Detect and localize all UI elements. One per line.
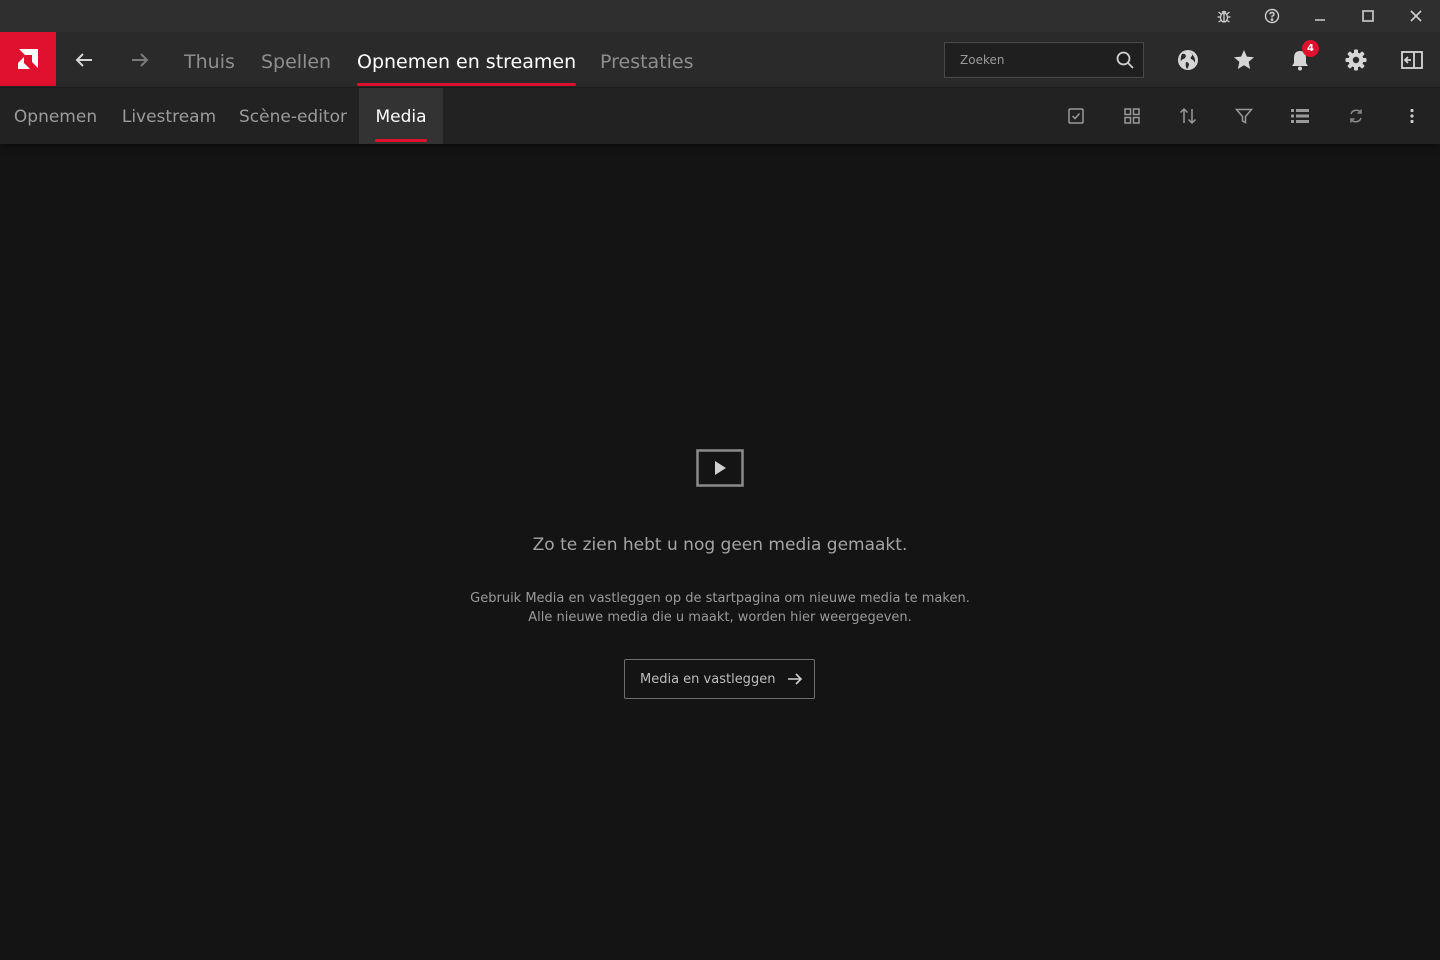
media-capture-button-label: Media en vastleggen (640, 671, 776, 687)
bug-report-icon[interactable] (1204, 0, 1244, 32)
sub-tab-opnemen[interactable]: Opnemen (0, 88, 111, 144)
search-input[interactable] (945, 43, 1105, 77)
sub-tab-scene-editor[interactable]: Scène-editor (227, 88, 359, 144)
back-arrow-icon[interactable] (56, 32, 112, 88)
sidebar-toggle-icon[interactable] (1384, 32, 1440, 88)
select-checkbox-icon[interactable] (1048, 88, 1104, 144)
empty-state-description-line1: Gebruik Media en vastleggen op de startp… (470, 591, 970, 606)
nav-tab-opnemen-en-streamen[interactable]: Opnemen en streamen (357, 32, 577, 88)
notification-count-badge: 4 (1302, 40, 1319, 57)
sort-icon[interactable] (1160, 88, 1216, 144)
filter-icon[interactable] (1216, 88, 1272, 144)
search-box (944, 42, 1144, 78)
video-play-icon (696, 449, 744, 487)
grid-view-icon[interactable] (1104, 88, 1160, 144)
help-icon[interactable] (1252, 0, 1292, 32)
media-capture-button[interactable]: Media en vastleggen (624, 659, 815, 699)
settings-gear-icon[interactable] (1328, 32, 1384, 88)
nav-tab-spellen[interactable]: Spellen (261, 32, 331, 88)
search-icon[interactable] (1115, 50, 1135, 70)
minimize-icon[interactable] (1300, 0, 1340, 32)
notifications-bell-icon[interactable]: 4 (1272, 32, 1328, 88)
list-view-icon[interactable] (1272, 88, 1328, 144)
sub-tab-media-label: Media (375, 107, 427, 127)
more-options-icon[interactable] (1384, 88, 1440, 144)
main-navigation: Thuis Spellen Opnemen en streamen Presta… (0, 32, 1440, 88)
sub-tab-livestream[interactable]: Livestream (111, 88, 227, 144)
globe-icon[interactable] (1160, 32, 1216, 88)
refresh-icon[interactable] (1328, 88, 1384, 144)
arrow-right-icon (788, 673, 803, 685)
sub-tab-media[interactable]: Media (359, 88, 443, 144)
star-icon[interactable] (1216, 32, 1272, 88)
maximize-icon[interactable] (1348, 0, 1388, 32)
nav-tab-prestaties[interactable]: Prestaties (600, 32, 694, 88)
empty-state-description-line2: Alle nieuwe media die u maakt, worden hi… (528, 610, 912, 625)
close-icon[interactable] (1396, 0, 1436, 32)
amd-logo-icon[interactable] (0, 32, 56, 86)
media-empty-state: Zo te zien hebt u nog geen media gemaakt… (0, 144, 1440, 960)
title-bar (0, 0, 1440, 32)
forward-arrow-icon[interactable] (112, 32, 168, 88)
nav-tab-thuis[interactable]: Thuis (184, 32, 235, 88)
sub-navigation: Opnemen Livestream Scène-editor Media (0, 88, 1440, 144)
empty-state-title: Zo te zien hebt u nog geen media gemaakt… (532, 535, 908, 555)
